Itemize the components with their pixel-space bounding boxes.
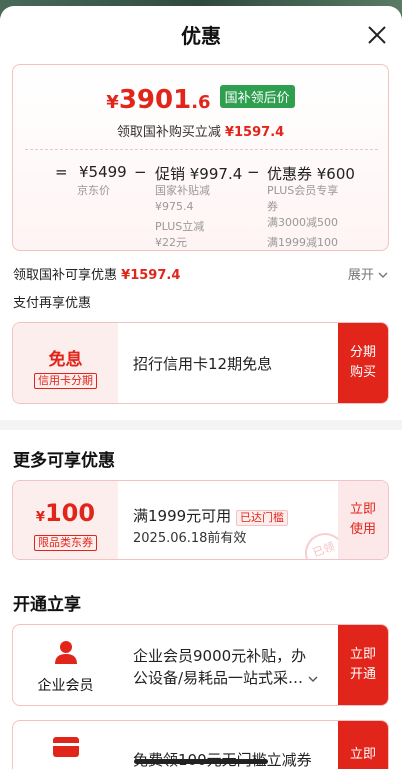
coupon-sub-label: 券: [267, 200, 278, 213]
coupon-condition-line: 满1999元可用 已达门槛: [133, 505, 288, 526]
expand-label: 展开: [347, 268, 374, 283]
dashed-divider: [25, 149, 378, 150]
section-divider: [0, 420, 402, 430]
button-label: 使用: [349, 522, 376, 537]
use-coupon-button[interactable]: 立即 使用: [338, 481, 388, 559]
interest-free-card[interactable]: 免息 信用卡分期 招行信用卡12期免息 分期购买: [12, 322, 389, 404]
card-offer-button[interactable]: 立即: [338, 721, 388, 769]
expand-button[interactable]: 展开: [348, 264, 388, 283]
page-title: 优惠: [181, 24, 221, 48]
home-indicator: [134, 759, 268, 764]
price-integer: 3901: [118, 85, 192, 115]
button-label: 立即: [349, 502, 376, 517]
credit-installment-tag-wrap: 信用卡分期: [13, 369, 118, 389]
subsidy-row: 领取国补可享优惠 ¥1597.4: [13, 264, 180, 283]
minus-sign-1: −: [134, 163, 147, 181]
member-desc-line: 企业会员9000元补贴，办: [133, 647, 307, 665]
button-label: 购买: [349, 365, 376, 380]
member-left: 企业会员: [13, 625, 118, 705]
coupon-expiry: 2025.06.18前有效: [133, 531, 247, 546]
coupon-breakdown: PLUS会员专享 券 满3000减500 满1999减100: [267, 183, 338, 251]
promo-sub-label: 国家补贴减: [155, 184, 210, 197]
enterprise-member-card[interactable]: 企业会员 企业会员9000元补贴，办 公设备/易耗品一站式采… 立即开通: [12, 624, 389, 706]
offers-sheet: 优惠 ¥3901.6 国补领后价 领取国补购买立减 ¥1597.4 = ¥549…: [0, 6, 402, 769]
coupon-total: 优惠券 ¥600: [267, 165, 355, 183]
claim-line: 领取国补购买立减 ¥1597.4: [13, 121, 388, 140]
chevron-down-icon[interactable]: [308, 675, 318, 683]
interest-free-left: 免息 信用卡分期: [13, 323, 118, 403]
price-decimal: .6: [191, 92, 211, 113]
subsidy-price-badge: 国补领后价: [219, 85, 295, 108]
currency-symbol: ¥: [106, 92, 119, 113]
coupon-currency: ¥: [35, 510, 45, 525]
coupon-left: ¥100 限品类东券: [13, 481, 118, 559]
minus-sign-2: −: [247, 163, 260, 181]
member-label: 企业会员: [37, 678, 94, 694]
open-membership-button[interactable]: 立即 开通: [338, 625, 388, 705]
pay-section-title: 支付再享优惠: [13, 296, 92, 311]
credit-card-icon: [53, 737, 79, 757]
coupon-sub-value: 满3000减500: [267, 216, 338, 229]
promo-sub-value: ¥22元: [155, 236, 187, 249]
interest-free-title: 免息: [48, 350, 83, 370]
coupon-card[interactable]: ¥100 限品类东券 满1999元可用 已达门槛 2025.06.18前有效 已…: [12, 480, 389, 560]
open-now-title: 开通立享: [13, 595, 81, 615]
coupon-value: ¥100: [13, 499, 118, 527]
installment-buy-button[interactable]: 分期 购买: [338, 323, 388, 403]
more-offers-title: 更多可享优惠: [13, 451, 115, 471]
claim-text: 领取国补购买立减: [116, 125, 221, 140]
threshold-met-badge: 已达门槛: [235, 510, 288, 526]
promo-total: 促销 ¥997.4: [155, 165, 243, 183]
credit-installment-tag: 信用卡分期: [34, 373, 97, 389]
button-label: 立即: [349, 647, 376, 662]
promo-sub-value: ¥975.4: [155, 200, 194, 213]
final-price: ¥3901.6 国补领后价: [13, 85, 388, 115]
button-label: 分期: [349, 345, 376, 360]
subsidy-amount: ¥1597.4: [121, 268, 181, 283]
price-summary-card: ¥3901.6 国补领后价 领取国补购买立减 ¥1597.4 = ¥5499 京…: [12, 64, 389, 251]
coupon-amount: 100: [44, 499, 96, 527]
jd-price-label: 京东价: [77, 184, 110, 197]
interest-free-desc: 招行信用卡12期免息: [133, 355, 273, 373]
claim-amount: ¥1597.4: [224, 125, 285, 140]
button-label: 立即: [349, 747, 376, 762]
promo-sub-label: PLUS立减: [155, 220, 205, 233]
coupon-category-tag: 限品类东券: [34, 535, 97, 551]
coupon-sub-label: PLUS会员专享: [267, 184, 339, 197]
coupon-sub-value: 满1999减100: [267, 236, 338, 249]
user-icon: [55, 641, 77, 664]
member-desc: 企业会员9000元补贴，办 公设备/易耗品一站式采…: [133, 645, 318, 689]
promo-breakdown: 国家补贴减 ¥975.4 PLUS立减 ¥22元: [155, 183, 210, 251]
button-label: 开通: [349, 667, 376, 682]
jd-price: ¥5499: [79, 163, 127, 181]
close-icon[interactable]: [366, 24, 388, 46]
equals-sign: =: [55, 163, 68, 181]
coupon-tag-wrap: 限品类东券: [13, 531, 118, 551]
chevron-down-icon: [378, 272, 388, 278]
member-desc-line: 公设备/易耗品一站式采…: [133, 669, 304, 687]
coupon-condition: 满1999元可用: [133, 507, 232, 525]
subsidy-label: 领取国补可享优惠: [13, 268, 118, 283]
